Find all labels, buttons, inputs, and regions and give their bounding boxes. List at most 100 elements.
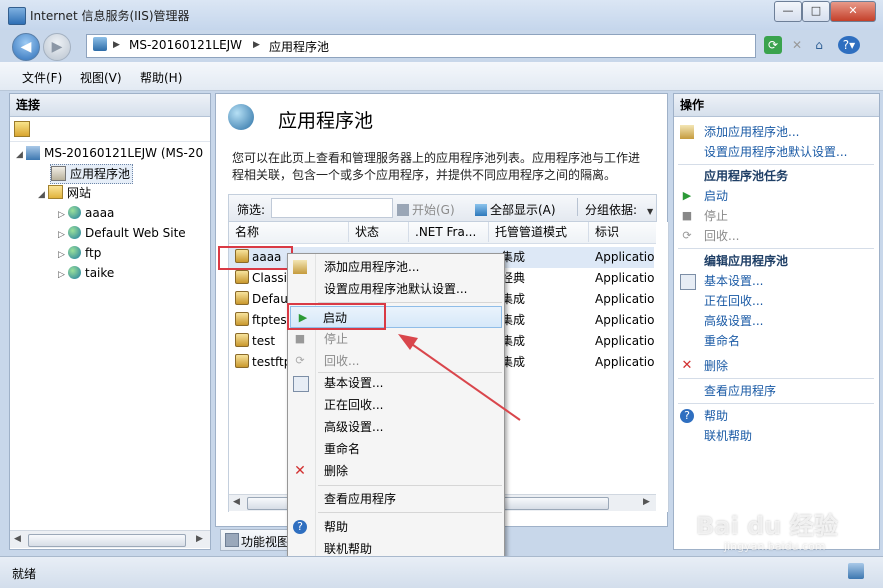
- collapse-icon[interactable]: ◢: [16, 146, 26, 164]
- pool-name-cell: ftptest: [235, 310, 295, 331]
- page-title: 应用程序池: [278, 110, 374, 132]
- filter-label: 筛选:: [237, 203, 266, 217]
- collapse-icon[interactable]: ◢: [38, 186, 48, 204]
- add-pool-icon: [680, 125, 694, 139]
- separator: [318, 512, 502, 513]
- address-separator: ▶: [253, 40, 260, 50]
- toolbar-overflow-icon[interactable]: ▼: [647, 207, 653, 216]
- address-field[interactable]: ▶ MS-20160121LEJW ▶ 应用程序池: [86, 34, 756, 58]
- maximize-button[interactable]: □: [802, 1, 830, 22]
- app-pools-icon: [51, 166, 66, 181]
- group-by-label: 分组依据:: [585, 203, 638, 217]
- stop-icon[interactable]: ✕: [788, 36, 806, 54]
- back-button[interactable]: ◀: [12, 33, 40, 61]
- tree-site-item[interactable]: ▷ taike: [58, 264, 114, 282]
- col-net-framework[interactable]: .NET Fra...: [409, 222, 489, 242]
- tree-horizontal-scrollbar[interactable]: ◀ ▶: [10, 530, 210, 548]
- start-filter-button[interactable]: 开始(G): [397, 201, 455, 218]
- pool-name-cell: test: [235, 331, 295, 352]
- address-server[interactable]: MS-20160121LEJW: [129, 38, 242, 52]
- list-header: 名称 状态 .NET Fra... 托管管道模式 标识: [229, 222, 656, 244]
- forward-button[interactable]: ▶: [43, 33, 71, 61]
- app-pool-icon: [235, 354, 249, 368]
- app-pool-icon: [235, 291, 249, 305]
- ctx-add-pool[interactable]: 添加应用程序池...: [288, 256, 504, 278]
- settings-icon: [293, 376, 309, 392]
- address-page[interactable]: 应用程序池: [269, 38, 329, 55]
- feature-view-tab[interactable]: 功能视图: [220, 529, 292, 551]
- col-identity[interactable]: 标识: [589, 222, 656, 242]
- actions-panel: 操作 添加应用程序池... 设置应用程序池默认设置... 应用程序池任务 ▶ 启动…: [673, 93, 880, 550]
- tree-sites-label: 网站: [67, 186, 92, 200]
- close-button[interactable]: ✕: [830, 1, 876, 22]
- minimize-button[interactable]: —: [774, 1, 802, 22]
- scrollbar-thumb[interactable]: [28, 534, 186, 547]
- address-separator: ▶: [113, 40, 120, 50]
- ctx-view-apps[interactable]: 查看应用程序: [288, 488, 504, 510]
- connections-toolbar: [10, 117, 210, 142]
- pipeline-cell: 经典: [501, 271, 526, 285]
- stop-icon: ■: [681, 209, 693, 222]
- app-pools-header-icon: [228, 104, 254, 130]
- filter-input[interactable]: [271, 198, 393, 218]
- pool-name-cell: Defau: [235, 289, 295, 310]
- ctx-help[interactable]: ? 帮助: [288, 516, 504, 538]
- help-icon: ?: [293, 520, 307, 534]
- tree-server-node[interactable]: ◢ MS-20160121LEJW (MS-20: [16, 144, 203, 162]
- server-status-icon: [848, 563, 864, 579]
- settings-icon: [680, 274, 696, 290]
- help-icon: ?: [680, 409, 694, 423]
- expand-icon[interactable]: ▷: [58, 266, 68, 284]
- server-icon: [93, 37, 107, 51]
- highlight-box: [287, 303, 386, 330]
- menu-file[interactable]: 文件(F): [22, 69, 62, 86]
- col-pipeline-mode[interactable]: 托管管道模式: [489, 222, 589, 242]
- scroll-right-icon[interactable]: ▶: [196, 534, 203, 544]
- tree-app-pools-node[interactable]: 应用程序池: [50, 164, 134, 184]
- ctx-rename[interactable]: 重命名: [288, 438, 504, 460]
- globe-icon: [68, 266, 81, 279]
- menu-help[interactable]: 帮助(H): [140, 69, 182, 86]
- globe-icon: [68, 206, 81, 219]
- home-icon[interactable]: ⌂: [810, 36, 828, 54]
- expand-icon[interactable]: ▷: [58, 246, 68, 264]
- identity-cell: Applicatio: [595, 292, 655, 306]
- watermark-url: jingyan.baidu.com: [724, 540, 826, 553]
- connections-panel: 连接 ◢ MS-20160121LEJW (MS-20 应用程序池 ◢ 网站 ▷ aa…: [9, 93, 211, 550]
- ctx-delete[interactable]: ✕ 删除: [288, 460, 504, 482]
- title-bar: Internet 信息服务(IIS)管理器 — □ ✕: [0, 0, 883, 30]
- delete-icon: ✕: [294, 463, 306, 479]
- ctx-set-defaults[interactable]: 设置应用程序池默认设置...: [288, 278, 504, 300]
- help-icon[interactable]: ?▾: [838, 36, 860, 54]
- expand-icon[interactable]: ▷: [58, 206, 68, 224]
- new-connection-icon[interactable]: [14, 121, 30, 137]
- scroll-left-icon[interactable]: ◀: [14, 534, 21, 544]
- app-pool-icon: [235, 270, 249, 284]
- feature-view-label: 功能视图: [241, 535, 290, 549]
- col-name[interactable]: 名称: [229, 222, 349, 242]
- pipeline-cell: 集成: [501, 250, 526, 264]
- sites-folder-icon: [48, 185, 63, 199]
- show-all-button[interactable]: 全部显示(A): [475, 201, 556, 218]
- show-all-label: 全部显示(A): [490, 203, 556, 217]
- iis-app-icon: [8, 7, 26, 25]
- tree-site-item[interactable]: ▷ aaaa: [58, 204, 114, 222]
- globe-icon: [68, 246, 81, 259]
- pipeline-cell: 集成: [501, 292, 526, 306]
- actions-header: 操作: [674, 94, 879, 117]
- scroll-right-icon[interactable]: ▶: [643, 497, 650, 507]
- feature-view-icon: [225, 533, 239, 547]
- tree-site-item[interactable]: ▷ ftp: [58, 244, 101, 262]
- identity-cell: Applicatio: [595, 271, 655, 285]
- app-pool-icon: [235, 312, 249, 326]
- menu-view[interactable]: 视图(V): [80, 69, 122, 86]
- tree-sites-node[interactable]: ◢ 网站: [38, 184, 91, 202]
- col-status[interactable]: 状态: [349, 222, 409, 242]
- binoculars-icon: [397, 204, 409, 216]
- tree-site-label: taike: [85, 266, 115, 280]
- expand-icon[interactable]: ▷: [58, 226, 68, 244]
- refresh-icon[interactable]: ⟳: [764, 36, 782, 54]
- scroll-left-icon[interactable]: ◀: [233, 497, 240, 507]
- status-text: 就绪: [12, 567, 37, 581]
- tree-site-item[interactable]: ▷ Default Web Site: [58, 224, 186, 242]
